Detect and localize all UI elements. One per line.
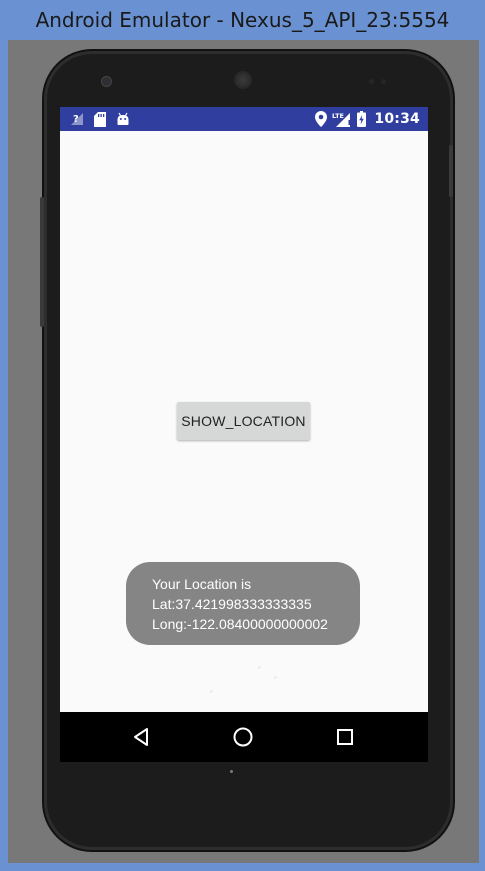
emulator-window: Android Emulator - Nexus_5_API_23:5554 ? — [0, 0, 485, 871]
toast-latitude: Lat:37.421998333333335 — [152, 596, 312, 612]
proximity-sensor — [369, 79, 374, 84]
volume-button[interactable] — [40, 197, 44, 327]
location-icon — [315, 111, 328, 127]
light-sensor — [381, 79, 386, 84]
ripple-artifact — [258, 666, 261, 669]
ripple-artifact — [274, 676, 277, 679]
microphone-hole — [230, 770, 233, 773]
battery-charging-icon — [357, 111, 367, 127]
ripple-artifact — [210, 690, 213, 693]
emulator-client-area: ? LTE 10:34 SHOW_LOCATION Your Location … — [8, 40, 479, 863]
status-bar: ? LTE 10:34 — [60, 107, 428, 131]
phone-device: ? LTE 10:34 SHOW_LOCATION Your Location … — [40, 51, 453, 850]
svg-text:?: ? — [73, 114, 79, 125]
home-icon — [233, 727, 253, 747]
nav-recents-button[interactable] — [315, 712, 375, 762]
earpiece-speaker — [234, 71, 252, 89]
nav-back-button[interactable] — [111, 712, 171, 762]
back-icon — [134, 728, 148, 746]
power-button[interactable] — [449, 145, 453, 197]
android-debug-icon — [117, 112, 129, 125]
status-clock: 10:34 — [374, 111, 420, 127]
sd-card-icon — [94, 111, 106, 127]
location-toast: Your Location is Lat:37.421998333333335 … — [126, 562, 360, 645]
status-bar-system-icons: LTE 10:34 — [315, 107, 420, 131]
front-camera — [102, 77, 111, 86]
navigation-bar — [60, 712, 428, 762]
window-title: Android Emulator - Nexus_5_API_23:5554 — [0, 0, 485, 40]
device-screen: ? LTE 10:34 SHOW_LOCATION Your Location … — [60, 107, 428, 762]
nav-home-button[interactable] — [213, 712, 273, 762]
show-location-button[interactable]: SHOW_LOCATION — [177, 402, 310, 440]
status-bar-notifications: ? — [70, 107, 130, 131]
toast-longitude: Long:-122.08400000000002 — [152, 616, 328, 632]
no-signal-icon: ? — [71, 113, 83, 125]
svg-text:LTE: LTE — [332, 112, 344, 120]
toast-title: Your Location is — [152, 576, 252, 592]
lte-signal-icon: LTE — [332, 112, 351, 127]
recents-icon — [337, 729, 353, 745]
